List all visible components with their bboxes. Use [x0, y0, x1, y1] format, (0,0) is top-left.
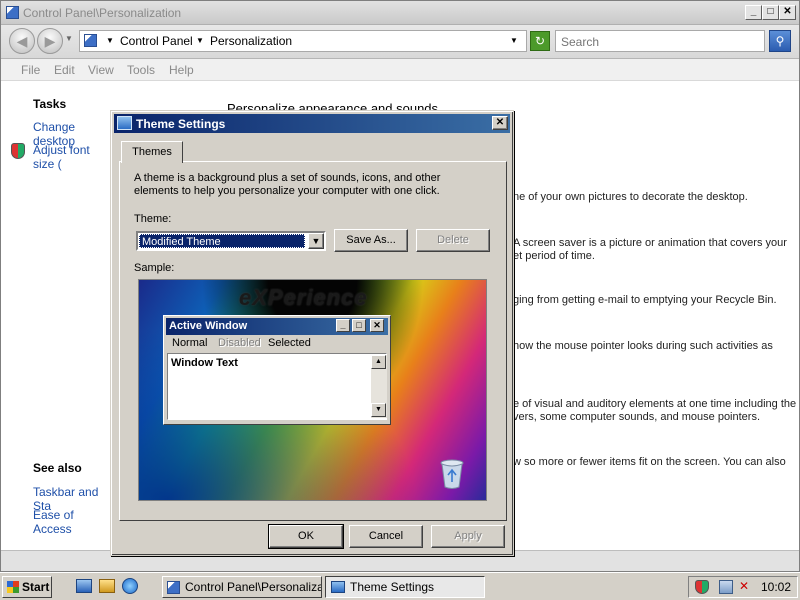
preview-menu-normal: Normal [172, 337, 208, 349]
control-panel-icon [167, 581, 180, 594]
search-icon: ⚲ [775, 34, 785, 48]
search-input[interactable] [559, 34, 759, 50]
ease-of-access-link[interactable]: Ease of Access [33, 508, 113, 536]
menu-file[interactable]: File [21, 63, 40, 77]
taskbar-theme-settings[interactable]: Theme Settings [325, 576, 485, 598]
breadcrumb-chevron-icon[interactable]: ▼ [196, 36, 204, 45]
forward-arrow-icon: ▶ [44, 33, 56, 49]
control-panel-icon [6, 6, 19, 19]
window-titlebar[interactable]: Control Panel\Personalization _ □ ✕ [1, 1, 799, 25]
address-chevron-icon[interactable]: ▼ [106, 36, 114, 45]
tasks-pane: Tasks Change desktop Adjust font size ( … [1, 81, 113, 551]
theme-sample-preview: eXPerience Active Window _ □ ✕ Normal Di… [138, 279, 487, 501]
preview-text-area: Window Text ▲ ▼ [167, 353, 387, 420]
explorer-icon[interactable] [99, 579, 115, 593]
taskbar: Start Control Panel\Personaliza... Theme… [0, 572, 800, 600]
show-desktop-icon[interactable] [76, 579, 92, 593]
menu-edit[interactable]: Edit [54, 63, 75, 77]
start-button[interactable]: Start [2, 576, 52, 598]
dropdown-arrow-icon[interactable]: ▼ [308, 233, 324, 249]
dialog-close-button[interactable]: ✕ [492, 116, 508, 130]
menu-tools[interactable]: Tools [127, 63, 155, 77]
back-arrow-icon: ◀ [16, 33, 28, 49]
dialog-titlebar[interactable]: Theme Settings ✕ [114, 114, 510, 133]
address-dropdown-icon[interactable]: ▼ [510, 36, 518, 45]
theme-settings-dialog: Theme Settings ✕ Themes A theme is a bac… [110, 110, 514, 556]
dialog-title: Theme Settings [136, 117, 226, 131]
back-button[interactable]: ◀ [9, 28, 35, 54]
preview-minimize-icon: _ [336, 319, 350, 332]
maximize-button[interactable]: □ [762, 5, 779, 20]
security-shield-icon[interactable] [695, 580, 709, 594]
screen-saver-description: A screen saver is a picture or animation… [513, 237, 787, 249]
preview-menu-disabled: Disabled [218, 337, 261, 349]
sample-label: Sample: [134, 262, 175, 274]
clock[interactable]: 10:02 [761, 580, 791, 594]
adjust-font-size-link[interactable]: Adjust font size ( [33, 143, 113, 171]
volume-muted-icon[interactable]: ✕ [739, 579, 749, 593]
preview-window-title: Active Window [169, 320, 248, 332]
scroll-down-icon: ▼ [371, 403, 386, 417]
see-also-heading: See also [33, 461, 82, 475]
tab-themes[interactable]: Themes [121, 141, 183, 163]
preview-titlebar: Active Window _ □ ✕ [166, 318, 388, 335]
preview-active-window: Active Window _ □ ✕ Normal Disabled Sele… [163, 315, 391, 425]
screen-saver-description-2: et period of time. [513, 250, 595, 262]
desktop-watermark: eXPerience [239, 285, 368, 310]
tasks-heading: Tasks [33, 97, 67, 111]
forward-button[interactable]: ▶ [37, 28, 63, 54]
network-icon[interactable] [719, 580, 733, 594]
breadcrumb-control-panel[interactable]: Control Panel [120, 34, 193, 48]
theme-description-2: vers, some computer sounds, and mouse po… [513, 411, 761, 423]
system-tray: ✕ 10:02 [688, 576, 798, 598]
internet-explorer-icon[interactable] [122, 578, 138, 594]
window-title: Control Panel\Personalization [23, 6, 182, 20]
display-properties-icon [117, 116, 132, 130]
menu-bar: File Edit View Tools Help [1, 59, 799, 81]
preview-close-icon: ✕ [370, 319, 384, 332]
address-toolbar: ◀ ▶ ▼ ▼ Control Panel ▼ Personalization … [1, 25, 799, 59]
recent-pages-chevron-icon[interactable]: ▼ [65, 34, 73, 43]
theme-label: Theme: [134, 213, 172, 225]
minimize-button[interactable]: _ [745, 5, 762, 20]
preview-scrollbar: ▲ ▼ [371, 355, 387, 418]
ok-button[interactable]: OK [268, 524, 344, 549]
themes-tab-panel: A theme is a background plus a set of so… [119, 161, 507, 521]
theme-dropdown[interactable]: Modified Theme ▼ [136, 231, 326, 251]
refresh-button[interactable]: ↻ [530, 31, 550, 51]
desktop-background-description: ne of your own pictures to decorate the … [513, 191, 748, 203]
display-settings-description: w so more or fewer items fit on the scre… [513, 456, 786, 468]
taskbar-control-panel[interactable]: Control Panel\Personaliza... [162, 576, 322, 598]
refresh-icon: ↻ [534, 34, 546, 48]
preview-window-text: Window Text [171, 357, 238, 369]
taskbar-control-panel-label: Control Panel\Personaliza... [185, 580, 322, 594]
preview-maximize-icon: □ [352, 319, 366, 332]
display-properties-icon [331, 581, 345, 593]
theme-description-text: A theme is a background plus a set of so… [134, 172, 441, 197]
theme-description: e of visual and auditory elements at one… [513, 398, 797, 410]
save-as-button[interactable]: Save As... [334, 229, 408, 252]
mouse-pointers-description: how the mouse pointer looks during such … [513, 340, 773, 352]
shield-icon [11, 143, 25, 159]
close-button[interactable]: ✕ [779, 5, 796, 20]
scroll-up-icon: ▲ [371, 355, 386, 369]
recycle-bin-icon [440, 459, 464, 489]
menu-view[interactable]: View [88, 63, 114, 77]
cancel-button[interactable]: Cancel [349, 525, 423, 548]
search-button[interactable]: ⚲ [769, 30, 791, 52]
taskbar-theme-settings-label: Theme Settings [350, 580, 435, 594]
windows-logo-icon [7, 581, 19, 593]
apply-button[interactable]: Apply [431, 525, 505, 548]
address-bar[interactable]: ▼ Control Panel ▼ Personalization ▼ [79, 30, 527, 52]
preview-menu: Normal Disabled Selected [166, 336, 388, 351]
start-label: Start [22, 580, 50, 594]
control-panel-icon [84, 34, 97, 47]
search-box[interactable] [555, 30, 765, 52]
delete-button[interactable]: Delete [416, 229, 490, 252]
sounds-description: ging from getting e-mail to emptying you… [513, 294, 777, 306]
theme-dropdown-value: Modified Theme [139, 234, 305, 248]
breadcrumb-personalization[interactable]: Personalization [210, 34, 292, 48]
preview-menu-selected: Selected [268, 337, 311, 349]
menu-help[interactable]: Help [169, 63, 194, 77]
